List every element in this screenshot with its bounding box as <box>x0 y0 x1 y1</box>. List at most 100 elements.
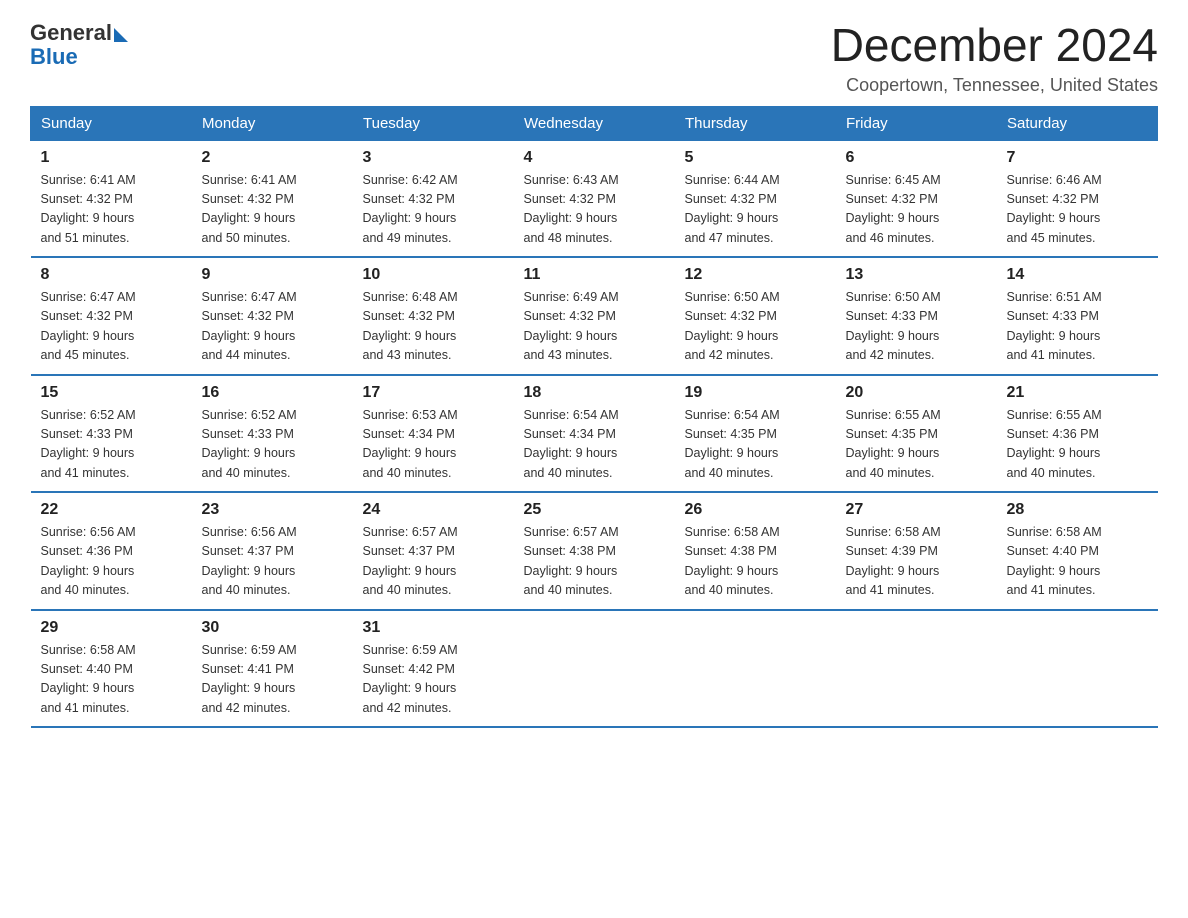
day-number: 17 <box>363 384 504 402</box>
calendar-cell: 5 Sunrise: 6:44 AMSunset: 4:32 PMDaylight… <box>675 140 836 257</box>
day-info: Sunrise: 6:52 AMSunset: 4:33 PMDaylight:… <box>202 406 343 484</box>
title-section: December 2024 Coopertown, Tennessee, Uni… <box>831 20 1158 96</box>
day-number: 23 <box>202 501 343 519</box>
weekday-header-thursday: Thursday <box>675 106 836 140</box>
calendar-cell: 10 Sunrise: 6:48 AMSunset: 4:32 PMDayligh… <box>353 257 514 375</box>
weekday-header-saturday: Saturday <box>997 106 1158 140</box>
calendar-cell: 17 Sunrise: 6:53 AMSunset: 4:34 PMDayligh… <box>353 375 514 493</box>
day-info: Sunrise: 6:46 AMSunset: 4:32 PMDaylight:… <box>1007 171 1148 249</box>
day-info: Sunrise: 6:59 AMSunset: 4:42 PMDaylight:… <box>363 641 504 719</box>
day-info: Sunrise: 6:45 AMSunset: 4:32 PMDaylight:… <box>846 171 987 249</box>
day-number: 16 <box>202 384 343 402</box>
calendar-cell: 2 Sunrise: 6:41 AMSunset: 4:32 PMDaylight… <box>192 140 353 257</box>
day-info: Sunrise: 6:55 AMSunset: 4:36 PMDaylight:… <box>1007 406 1148 484</box>
day-number: 12 <box>685 266 826 284</box>
logo-general: General <box>30 20 112 46</box>
calendar-cell: 14Sunrise: 6:51 AMSunset: 4:33 PMDayligh… <box>997 257 1158 375</box>
day-number: 8 <box>41 266 182 284</box>
calendar-cell: 24Sunrise: 6:57 AMSunset: 4:37 PMDayligh… <box>353 492 514 610</box>
day-number: 22 <box>41 501 182 519</box>
calendar-header: SundayMondayTuesdayWednesdayThursdayFrid… <box>31 106 1158 140</box>
day-number: 4 <box>524 149 665 167</box>
day-info: Sunrise: 6:56 AMSunset: 4:37 PMDaylight:… <box>202 523 343 601</box>
calendar-cell: 19Sunrise: 6:54 AMSunset: 4:35 PMDayligh… <box>675 375 836 493</box>
day-number: 3 <box>363 149 504 167</box>
calendar-week-row: 29 Sunrise: 6:58 AMSunset: 4:40 PMDayligh… <box>31 610 1158 728</box>
calendar-cell: 28 Sunrise: 6:58 AMSunset: 4:40 PMDayligh… <box>997 492 1158 610</box>
day-number: 21 <box>1007 384 1148 402</box>
day-number: 13 <box>846 266 987 284</box>
calendar-cell: 25 Sunrise: 6:57 AMSunset: 4:38 PMDayligh… <box>514 492 675 610</box>
day-number: 29 <box>41 619 182 637</box>
calendar-week-row: 15 Sunrise: 6:52 AMSunset: 4:33 PMDayligh… <box>31 375 1158 493</box>
day-info: Sunrise: 6:56 AMSunset: 4:36 PMDaylight:… <box>41 523 182 601</box>
day-number: 6 <box>846 149 987 167</box>
day-info: Sunrise: 6:41 AMSunset: 4:32 PMDaylight:… <box>202 171 343 249</box>
day-info: Sunrise: 6:42 AMSunset: 4:32 PMDaylight:… <box>363 171 504 249</box>
day-number: 30 <box>202 619 343 637</box>
weekday-header-friday: Friday <box>836 106 997 140</box>
calendar-cell: 18 Sunrise: 6:54 AMSunset: 4:34 PMDayligh… <box>514 375 675 493</box>
day-info: Sunrise: 6:58 AMSunset: 4:38 PMDaylight:… <box>685 523 826 601</box>
calendar-cell <box>836 610 997 728</box>
calendar-cell: 9 Sunrise: 6:47 AMSunset: 4:32 PMDaylight… <box>192 257 353 375</box>
day-number: 15 <box>41 384 182 402</box>
day-info: Sunrise: 6:50 AMSunset: 4:33 PMDaylight:… <box>846 288 987 366</box>
calendar-cell: 23 Sunrise: 6:56 AMSunset: 4:37 PMDayligh… <box>192 492 353 610</box>
calendar-cell: 13 Sunrise: 6:50 AMSunset: 4:33 PMDayligh… <box>836 257 997 375</box>
day-number: 24 <box>363 501 504 519</box>
calendar-week-row: 8 Sunrise: 6:47 AMSunset: 4:32 PMDaylight… <box>31 257 1158 375</box>
day-info: Sunrise: 6:48 AMSunset: 4:32 PMDaylight:… <box>363 288 504 366</box>
day-info: Sunrise: 6:57 AMSunset: 4:38 PMDaylight:… <box>524 523 665 601</box>
calendar-cell <box>675 610 836 728</box>
page-header: General Blue December 2024 Coopertown, T… <box>30 20 1158 96</box>
calendar-cell: 31Sunrise: 6:59 AMSunset: 4:42 PMDayligh… <box>353 610 514 728</box>
calendar-cell: 21 Sunrise: 6:55 AMSunset: 4:36 PMDayligh… <box>997 375 1158 493</box>
day-number: 18 <box>524 384 665 402</box>
day-number: 9 <box>202 266 343 284</box>
day-number: 28 <box>1007 501 1148 519</box>
day-info: Sunrise: 6:50 AMSunset: 4:32 PMDaylight:… <box>685 288 826 366</box>
day-info: Sunrise: 6:54 AMSunset: 4:34 PMDaylight:… <box>524 406 665 484</box>
logo: General Blue <box>30 20 128 70</box>
calendar-cell: 27Sunrise: 6:58 AMSunset: 4:39 PMDayligh… <box>836 492 997 610</box>
calendar-cell: 3 Sunrise: 6:42 AMSunset: 4:32 PMDaylight… <box>353 140 514 257</box>
calendar-cell: 12 Sunrise: 6:50 AMSunset: 4:32 PMDayligh… <box>675 257 836 375</box>
day-info: Sunrise: 6:53 AMSunset: 4:34 PMDaylight:… <box>363 406 504 484</box>
day-info: Sunrise: 6:59 AMSunset: 4:41 PMDaylight:… <box>202 641 343 719</box>
calendar-cell: 29 Sunrise: 6:58 AMSunset: 4:40 PMDayligh… <box>31 610 192 728</box>
day-number: 7 <box>1007 149 1148 167</box>
day-number: 5 <box>685 149 826 167</box>
calendar-cell: 6 Sunrise: 6:45 AMSunset: 4:32 PMDaylight… <box>836 140 997 257</box>
calendar-cell: 4 Sunrise: 6:43 AMSunset: 4:32 PMDaylight… <box>514 140 675 257</box>
day-info: Sunrise: 6:58 AMSunset: 4:40 PMDaylight:… <box>41 641 182 719</box>
calendar-table: SundayMondayTuesdayWednesdayThursdayFrid… <box>30 106 1158 729</box>
day-number: 20 <box>846 384 987 402</box>
day-info: Sunrise: 6:49 AMSunset: 4:32 PMDaylight:… <box>524 288 665 366</box>
weekday-header-monday: Monday <box>192 106 353 140</box>
calendar-cell: 30 Sunrise: 6:59 AMSunset: 4:41 PMDayligh… <box>192 610 353 728</box>
day-info: Sunrise: 6:44 AMSunset: 4:32 PMDaylight:… <box>685 171 826 249</box>
day-number: 2 <box>202 149 343 167</box>
day-info: Sunrise: 6:55 AMSunset: 4:35 PMDaylight:… <box>846 406 987 484</box>
calendar-cell: 22 Sunrise: 6:56 AMSunset: 4:36 PMDayligh… <box>31 492 192 610</box>
day-info: Sunrise: 6:47 AMSunset: 4:32 PMDaylight:… <box>41 288 182 366</box>
calendar-body: 1Sunrise: 6:41 AMSunset: 4:32 PMDaylight… <box>31 140 1158 727</box>
calendar-title: December 2024 <box>831 20 1158 71</box>
weekday-header-row: SundayMondayTuesdayWednesdayThursdayFrid… <box>31 106 1158 140</box>
calendar-cell: 16 Sunrise: 6:52 AMSunset: 4:33 PMDayligh… <box>192 375 353 493</box>
calendar-cell: 8 Sunrise: 6:47 AMSunset: 4:32 PMDaylight… <box>31 257 192 375</box>
weekday-header-wednesday: Wednesday <box>514 106 675 140</box>
calendar-cell <box>514 610 675 728</box>
day-number: 26 <box>685 501 826 519</box>
day-number: 25 <box>524 501 665 519</box>
logo-blue: Blue <box>30 44 78 69</box>
day-number: 10 <box>363 266 504 284</box>
day-info: Sunrise: 6:43 AMSunset: 4:32 PMDaylight:… <box>524 171 665 249</box>
weekday-header-sunday: Sunday <box>31 106 192 140</box>
day-info: Sunrise: 6:47 AMSunset: 4:32 PMDaylight:… <box>202 288 343 366</box>
calendar-cell: 26 Sunrise: 6:58 AMSunset: 4:38 PMDayligh… <box>675 492 836 610</box>
day-info: Sunrise: 6:58 AMSunset: 4:40 PMDaylight:… <box>1007 523 1148 601</box>
day-info: Sunrise: 6:58 AMSunset: 4:39 PMDaylight:… <box>846 523 987 601</box>
day-number: 14 <box>1007 266 1148 284</box>
